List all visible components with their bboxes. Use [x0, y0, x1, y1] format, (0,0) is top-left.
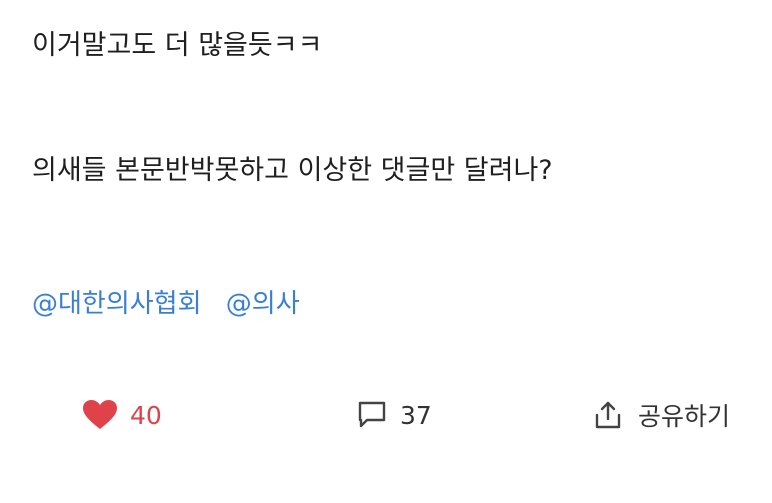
tag-list: @대한의사협회 @의사: [32, 291, 316, 317]
heart-icon: [82, 399, 118, 431]
comment-count: 37: [400, 400, 432, 430]
share-icon: [592, 399, 624, 431]
tag-korean-medical-association[interactable]: @대한의사협회: [32, 289, 202, 319]
comment-icon: [356, 400, 388, 430]
post-card: 이거말고도 더 많을듯ㅋㅋ 의새들 본문반박못하고 이상한 댓글만 달려나? @…: [0, 0, 772, 503]
post-body-line-1: 이거말고도 더 많을듯ㅋㅋ: [32, 30, 323, 61]
like-button[interactable]: 40: [82, 393, 162, 437]
like-count: 40: [130, 400, 162, 430]
share-label: 공유하기: [638, 402, 731, 431]
action-bar: 40 37 공유하기: [0, 393, 772, 437]
comment-button[interactable]: 37: [356, 393, 432, 437]
tag-doctor[interactable]: @의사: [226, 289, 300, 319]
share-button[interactable]: 공유하기: [592, 393, 730, 437]
post-body-line-2: 의새들 본문반박못하고 이상한 댓글만 달려나?: [32, 155, 553, 186]
